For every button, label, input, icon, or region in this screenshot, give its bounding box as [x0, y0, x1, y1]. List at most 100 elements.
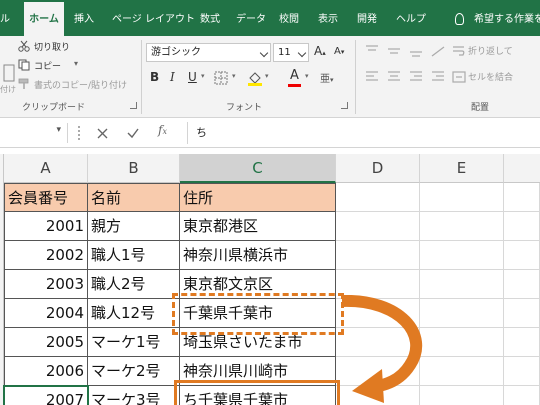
tab-formulas[interactable]: 数式	[200, 0, 220, 36]
empty-cell[interactable]	[420, 183, 504, 212]
clipboard-launcher-icon[interactable]	[130, 102, 137, 109]
empty-cell[interactable]	[336, 183, 420, 212]
cell-member-id[interactable]: 2006	[4, 357, 88, 386]
font-color-dropdown-icon[interactable]: ▾	[305, 72, 309, 80]
increase-font-icon[interactable]: A▴	[314, 44, 326, 58]
column-header-a[interactable]: A	[4, 154, 88, 183]
fill-color-icon[interactable]	[247, 70, 263, 86]
insert-function-icon[interactable]: fx	[158, 123, 167, 137]
clipboard-group-label: クリップボード	[22, 103, 86, 113]
tab-file[interactable]: ル	[0, 0, 20, 36]
ribbon-tab-bar: ル ホーム 挿入 ページ レイアウト 数式 データ 校閲 表示 開発 ヘルプ 希…	[0, 0, 540, 36]
fill-color-dropdown-icon[interactable]: ▾	[265, 72, 269, 80]
chevron-down-icon	[297, 48, 307, 58]
divider	[187, 122, 188, 144]
font-size-select[interactable]: 11	[273, 43, 309, 62]
cell-name[interactable]: 親方	[88, 212, 180, 241]
font-size-value: 11	[278, 47, 291, 58]
cell-name[interactable]: マーケ3号	[88, 386, 180, 405]
horizontal-align-icons[interactable]	[364, 70, 448, 84]
bold-icon[interactable]: B	[150, 70, 159, 84]
tab-page-layout[interactable]: ページ レイアウト	[112, 0, 195, 36]
empty-cell[interactable]	[336, 212, 420, 241]
underline-icon[interactable]: U	[188, 70, 197, 84]
formula-content[interactable]: ち	[196, 124, 207, 140]
name-box-dropdown-icon[interactable]: ▾	[56, 125, 61, 135]
chevron-down-icon	[259, 48, 269, 58]
column-header-e[interactable]: E	[420, 154, 504, 183]
paste-target-highlight	[174, 380, 340, 405]
tab-help[interactable]: ヘルプ	[396, 0, 426, 36]
header-cell-name[interactable]: 名前	[88, 183, 180, 212]
decrease-font-icon[interactable]: A▾	[334, 46, 344, 57]
italic-icon[interactable]: I	[170, 70, 175, 84]
ribbon: 切り取り コピー ▾ 書式のコピー/貼り付け 付け クリップボード 游ゴシック …	[0, 36, 540, 118]
empty-cell[interactable]	[504, 299, 540, 328]
paste-label[interactable]: 付け	[0, 84, 16, 95]
column-header-c[interactable]: C	[180, 154, 336, 183]
borders-dropdown-icon[interactable]: ▾	[232, 72, 236, 80]
tab-view[interactable]: 表示	[318, 0, 338, 36]
formula-bar: ▾ fx ち	[0, 118, 540, 148]
copied-range-highlight	[172, 293, 344, 335]
cell-address[interactable]: 神奈川県横浜市	[180, 241, 336, 270]
enter-check-icon[interactable]	[127, 127, 139, 139]
cell-member-id[interactable]: 2004	[4, 299, 88, 328]
font-name-select[interactable]: 游ゴシック	[146, 43, 271, 62]
cell-member-id[interactable]: 2003	[4, 270, 88, 299]
borders-icon[interactable]	[214, 71, 230, 85]
column-header-f[interactable]	[504, 154, 540, 183]
lightbulb-icon	[455, 13, 464, 25]
column-header-b[interactable]: B	[88, 154, 180, 183]
empty-cell[interactable]	[336, 241, 420, 270]
cell-name[interactable]: マーケ1号	[88, 328, 180, 357]
tell-me-box[interactable]: 希望する作業を入	[474, 0, 540, 36]
empty-cell[interactable]	[504, 386, 540, 405]
scissors-icon	[18, 40, 30, 52]
empty-cell[interactable]	[504, 241, 540, 270]
font-color-bar	[288, 84, 301, 87]
cell-member-id[interactable]: 2001	[4, 212, 88, 241]
header-cell-member-id[interactable]: 会員番号	[4, 183, 88, 212]
cell-member-id[interactable]: 2005	[4, 328, 88, 357]
cell-name[interactable]: 職人1号	[88, 241, 180, 270]
wrap-text-button[interactable]: 折り返して	[468, 44, 513, 57]
tab-developer[interactable]: 開発	[357, 0, 377, 36]
empty-cell[interactable]	[504, 357, 540, 386]
cell-name[interactable]: 職人2号	[88, 270, 180, 299]
empty-cell[interactable]	[504, 270, 540, 299]
column-header-d[interactable]: D	[336, 154, 420, 183]
cell-address[interactable]: 東京都港区	[180, 212, 336, 241]
empty-cell[interactable]	[504, 212, 540, 241]
cell-name[interactable]: 職人12号	[88, 299, 180, 328]
font-color-icon[interactable]: A	[290, 68, 299, 83]
cancel-icon[interactable]	[97, 128, 108, 139]
vertical-align-icons[interactable]	[364, 44, 448, 58]
tab-data[interactable]: データ	[236, 0, 266, 36]
copy-dropdown-icon[interactable]: ▾	[74, 59, 78, 68]
font-group-label: フォント	[226, 103, 263, 113]
formula-bar-grip[interactable]	[78, 126, 80, 140]
copy-button[interactable]: コピー	[34, 59, 61, 72]
name-box[interactable]: ▾	[0, 123, 68, 143]
merge-cells-button[interactable]: セルを結合	[468, 70, 513, 83]
empty-cell[interactable]	[420, 241, 504, 270]
curved-arrow-icon	[341, 295, 422, 403]
underline-dropdown-icon[interactable]: ▾	[201, 72, 205, 80]
format-painter-icon	[18, 78, 29, 89]
paste-icon[interactable]	[3, 62, 15, 84]
phonetic-icon[interactable]: 亜▾	[320, 70, 334, 85]
wrap-text-icon	[453, 46, 465, 56]
tab-insert[interactable]: 挿入	[74, 0, 94, 36]
cut-button[interactable]: 切り取り	[34, 40, 70, 53]
empty-cell[interactable]	[504, 183, 540, 212]
tab-review[interactable]: 校閲	[279, 0, 299, 36]
cell-member-id[interactable]: 2002	[4, 241, 88, 270]
empty-cell[interactable]	[504, 328, 540, 357]
empty-cell[interactable]	[420, 212, 504, 241]
cell-name[interactable]: マーケ2号	[88, 357, 180, 386]
format-painter-button[interactable]: 書式のコピー/貼り付け	[34, 78, 127, 91]
font-launcher-icon[interactable]	[341, 102, 348, 109]
header-cell-address[interactable]: 住所	[180, 183, 336, 212]
tab-home[interactable]: ホーム	[24, 0, 64, 36]
